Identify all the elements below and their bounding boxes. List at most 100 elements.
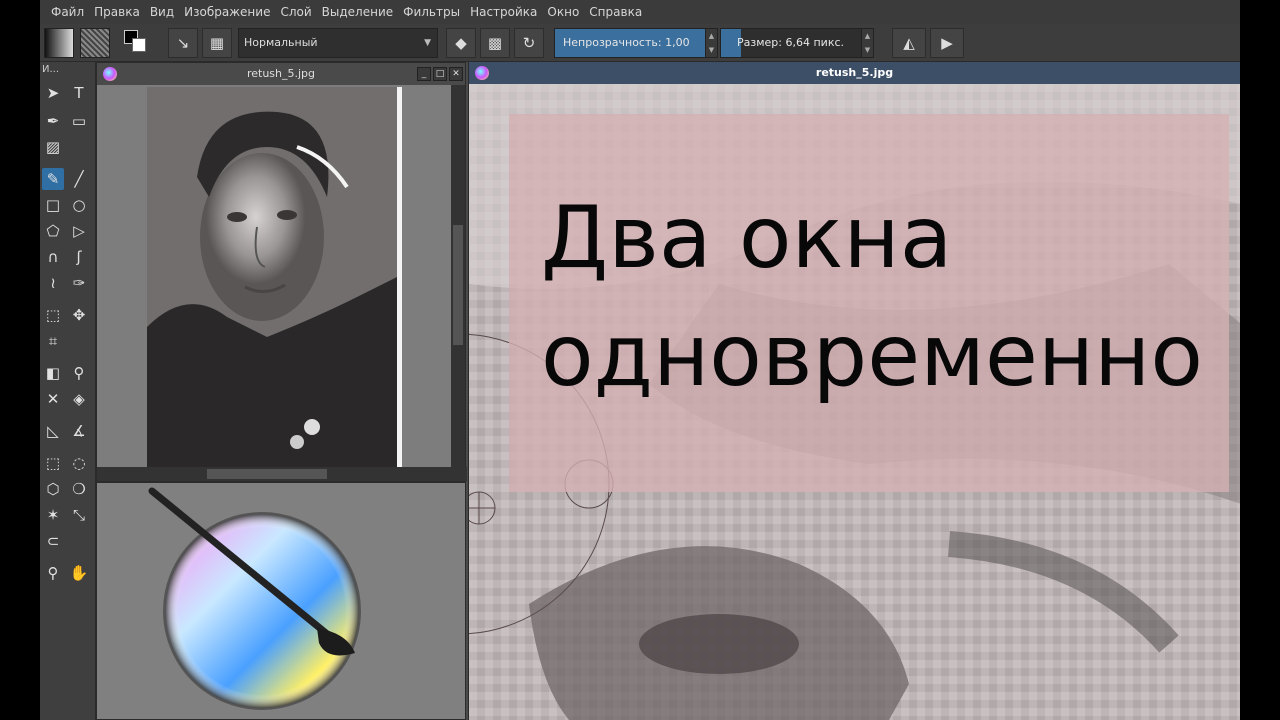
fg-bg-color-selector[interactable] bbox=[122, 28, 152, 58]
brush-settings-button[interactable]: ▦ bbox=[202, 28, 232, 58]
krita-logo-area bbox=[96, 482, 466, 720]
main-window-title: retush_5.jpg bbox=[815, 66, 894, 79]
zoomed-canvas[interactable]: Два окна одновременно bbox=[469, 84, 1240, 720]
toolbox-docker: И... ➤ T ✒ ▭ ▨ ✎ ╱ □ ○ ⬠ ▷ ∩ ʃ ≀ ✑ ⬚ ✥ ⌗… bbox=[40, 62, 96, 720]
menu-file[interactable]: Файл bbox=[46, 0, 89, 24]
line-icon[interactable]: ╱ bbox=[68, 168, 90, 190]
polygon-icon[interactable]: ⬠ bbox=[42, 220, 64, 242]
size-slider[interactable]: Размер: 6,64 пикс. ▲ ▼ bbox=[720, 28, 874, 58]
brush-presets-button[interactable]: ↘ bbox=[168, 28, 198, 58]
menu-image[interactable]: Изображение bbox=[179, 0, 275, 24]
pointer-icon[interactable]: ➤ bbox=[42, 82, 64, 104]
transform-icon[interactable]: ⬚ bbox=[42, 304, 64, 326]
horizontal-scrollbar[interactable] bbox=[97, 467, 467, 481]
menu-select[interactable]: Выделение bbox=[317, 0, 398, 24]
left-window-title: retush_5.jpg bbox=[246, 67, 316, 80]
gradient-fill-icon[interactable]: ◧ bbox=[42, 362, 64, 384]
eyedropper-icon[interactable]: ⚲ bbox=[68, 362, 90, 384]
magnetic-select-icon[interactable]: ⊂ bbox=[42, 530, 64, 552]
brush-icon[interactable]: ✎ bbox=[42, 168, 64, 190]
gradient-icon[interactable]: ▭ bbox=[68, 110, 90, 132]
zoom-icon[interactable]: ⚲ bbox=[42, 562, 64, 584]
text-icon[interactable]: T bbox=[68, 82, 90, 104]
chevron-down-icon: ▼ bbox=[424, 38, 431, 48]
pattern-selector[interactable] bbox=[80, 28, 110, 58]
menu-edit[interactable]: Правка bbox=[89, 0, 145, 24]
fill-icon[interactable]: ◈ bbox=[68, 388, 90, 410]
brush-toolbar: ↘ ▦ Нормальный ▼ ◆ ▩ ↻ Непрозрачность: 1… bbox=[40, 24, 1240, 62]
menu-layer[interactable]: Слой bbox=[275, 0, 316, 24]
menu-help[interactable]: Справка bbox=[584, 0, 647, 24]
magic-wand-icon[interactable]: ✶ bbox=[42, 504, 64, 526]
assistant-icon[interactable]: ◺ bbox=[42, 420, 64, 442]
menu-view[interactable]: Вид bbox=[145, 0, 179, 24]
minimize-button[interactable]: _ bbox=[417, 67, 431, 81]
opacity-value: 1,00 bbox=[665, 36, 690, 49]
vertical-scroll-thumb[interactable] bbox=[453, 225, 463, 345]
freehand-select-icon[interactable]: ⬡ bbox=[42, 478, 64, 500]
smart-patch-icon[interactable]: ✕ bbox=[42, 388, 64, 410]
mirror-vertical-button[interactable]: ▶ bbox=[930, 28, 964, 58]
menubar: Файл Правка Вид Изображение Слой Выделен… bbox=[40, 0, 1240, 24]
blend-mode-value: Нормальный bbox=[244, 36, 318, 49]
eraser-mode-button[interactable]: ◆ bbox=[446, 28, 476, 58]
brush-preset-icon: ↘ bbox=[176, 34, 190, 52]
photo-canvas[interactable] bbox=[147, 87, 402, 468]
background-color[interactable] bbox=[132, 38, 146, 52]
caption-text: Два окна одновременно bbox=[541, 188, 1203, 406]
photo-image bbox=[147, 87, 402, 468]
multibrush-icon[interactable]: ✑ bbox=[68, 272, 90, 294]
ellipse-icon[interactable]: ○ bbox=[68, 194, 90, 216]
freehand-path-icon[interactable]: ʃ bbox=[68, 246, 90, 268]
size-value: 6,64 пикс. bbox=[785, 36, 845, 49]
krita-icon bbox=[475, 66, 489, 80]
main-document-window: retush_5.jpg Два окна одновременно bbox=[468, 62, 1240, 720]
menu-window[interactable]: Окно bbox=[542, 0, 584, 24]
toolbox-title: И... bbox=[42, 64, 60, 75]
horizontal-scroll-thumb[interactable] bbox=[207, 469, 327, 479]
measure-icon[interactable]: ∡ bbox=[68, 420, 90, 442]
menu-settings[interactable]: Настройка bbox=[465, 0, 542, 24]
close-button[interactable]: ✕ bbox=[449, 67, 463, 81]
left-window-titlebar[interactable]: retush_5.jpg _ □ ✕ bbox=[97, 63, 465, 85]
dynamic-brush-icon[interactable]: ≀ bbox=[42, 272, 64, 294]
krita-logo bbox=[148, 487, 361, 710]
similar-select-icon[interactable]: ❍ bbox=[68, 478, 90, 500]
left-document-window: retush_5.jpg _ □ ✕ bbox=[96, 62, 467, 482]
move-icon[interactable]: ✥ bbox=[68, 304, 90, 326]
eraser-icon: ◆ bbox=[455, 34, 467, 52]
opacity-spin[interactable]: ▲ ▼ bbox=[705, 29, 717, 57]
mirror-horizontal-icon: ◭ bbox=[903, 34, 915, 52]
krita-window: Файл Правка Вид Изображение Слой Выделен… bbox=[40, 0, 1240, 720]
letterbox-left bbox=[0, 0, 40, 720]
checker-icon: ▩ bbox=[487, 34, 503, 52]
pen-icon[interactable]: ✒ bbox=[42, 110, 64, 132]
krita-icon bbox=[103, 67, 117, 81]
opacity-slider[interactable]: Непрозрачность: 1,00 ▲ ▼ bbox=[554, 28, 718, 58]
bezier-select-icon[interactable]: ⤡ bbox=[68, 504, 90, 526]
maximize-button[interactable]: □ bbox=[433, 67, 447, 81]
preserve-alpha-button[interactable]: ▩ bbox=[480, 28, 510, 58]
reload-preset-button[interactable]: ↻ bbox=[514, 28, 544, 58]
size-spin[interactable]: ▲ ▼ bbox=[861, 29, 873, 57]
vertical-scrollbar[interactable] bbox=[451, 85, 465, 469]
bezier-icon[interactable]: ∩ bbox=[42, 246, 64, 268]
ellipse-select-icon[interactable]: ◌ bbox=[68, 452, 90, 474]
blend-mode-select[interactable]: Нормальный ▼ bbox=[238, 28, 438, 58]
mirror-horizontal-button[interactable]: ◭ bbox=[892, 28, 926, 58]
letterbox-right bbox=[1240, 0, 1280, 720]
rect-select-icon[interactable]: ⬚ bbox=[42, 452, 64, 474]
menu-filters[interactable]: Фильтры bbox=[398, 0, 465, 24]
reload-icon: ↻ bbox=[522, 34, 536, 52]
main-window-titlebar[interactable]: retush_5.jpg bbox=[469, 62, 1240, 84]
gradient-selector[interactable] bbox=[44, 28, 74, 58]
grid-icon: ▦ bbox=[209, 34, 225, 52]
crop-icon[interactable]: ⌗ bbox=[42, 330, 64, 352]
size-label: Размер: bbox=[737, 36, 782, 49]
mirror-vertical-icon: ▶ bbox=[941, 34, 953, 52]
pattern-icon[interactable]: ▨ bbox=[42, 136, 64, 158]
opacity-label: Непрозрачность: bbox=[563, 36, 662, 49]
polyline-icon[interactable]: ▷ bbox=[68, 220, 90, 242]
pan-icon[interactable]: ✋ bbox=[68, 562, 90, 584]
rect-icon[interactable]: □ bbox=[42, 194, 64, 216]
